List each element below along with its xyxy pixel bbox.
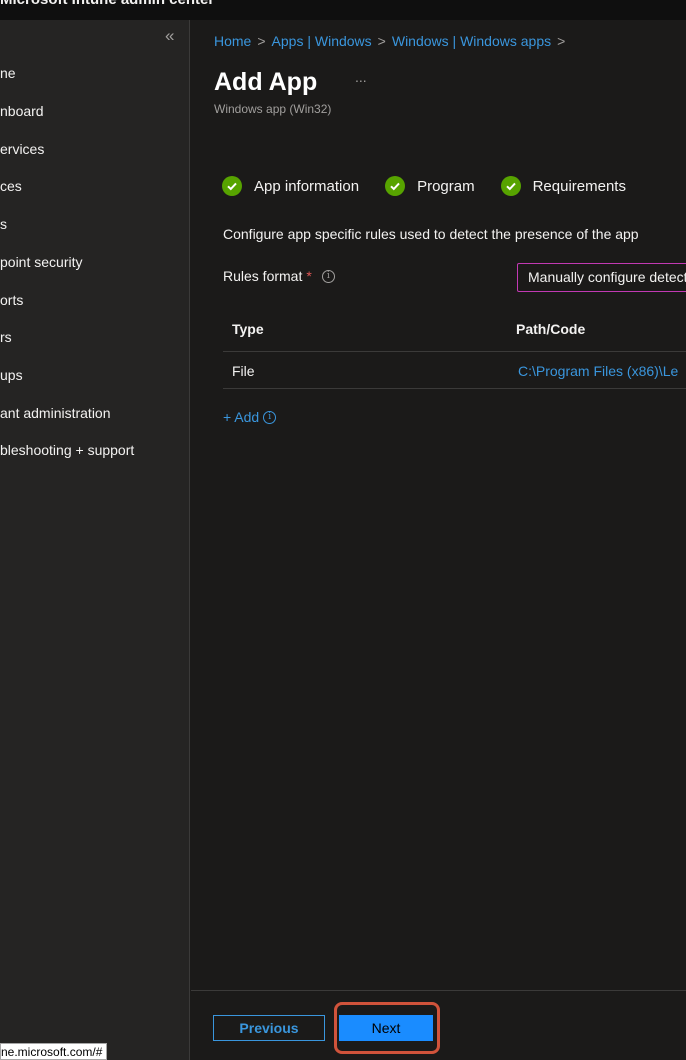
sidebar-item-reports[interactable]: orts xyxy=(0,292,23,308)
step-label: App information xyxy=(254,177,360,195)
add-rule-label: + Add xyxy=(223,409,260,425)
rules-format-label: Rules format * i xyxy=(223,268,335,284)
checkmark-icon xyxy=(385,176,406,196)
required-asterisk: * xyxy=(306,268,312,284)
status-bar-url: ne.microsoft.com/# xyxy=(0,1043,108,1060)
row-path-link[interactable]: C:\Program Files (x86)\Le xyxy=(518,363,678,379)
more-options-icon[interactable]: ... xyxy=(355,69,367,85)
sidebar: « ne nboard ervices ces s point security… xyxy=(0,20,190,1060)
rules-format-dropdown[interactable]: Manually configure detection rules xyxy=(517,263,686,292)
step-requirements[interactable]: Requirements xyxy=(500,176,626,196)
top-bar: Microsoft Intune admin center xyxy=(0,0,686,20)
main-content: Home > Apps | Windows > Windows | Windows ap… xyxy=(191,20,686,1060)
sidebar-item-groups[interactable]: ups xyxy=(0,367,23,383)
sidebar-item-apps[interactable]: s xyxy=(0,216,7,232)
step-app-information[interactable]: App information xyxy=(222,176,359,196)
add-rule-link[interactable]: + Add i xyxy=(223,409,277,425)
page-title: Add App xyxy=(214,68,318,96)
detection-rules-description: Configure app specific rules used to det… xyxy=(223,226,639,242)
rules-format-text: Rules format xyxy=(223,268,303,284)
step-label: Program xyxy=(417,177,475,195)
column-header-path-code: Path/Code xyxy=(516,321,586,337)
sidebar-item-troubleshooting[interactable]: bleshooting + support xyxy=(0,442,134,458)
checkmark-icon xyxy=(500,176,521,196)
step-program[interactable]: Program xyxy=(385,176,475,196)
sidebar-item-home[interactable]: ne xyxy=(0,65,16,81)
breadcrumb-apps-windows[interactable]: Apps | Windows xyxy=(272,33,372,49)
collapse-sidebar-icon[interactable]: « xyxy=(165,26,174,46)
sidebar-item-users[interactable]: rs xyxy=(0,329,12,345)
step-label: Requirements xyxy=(532,177,626,195)
sidebar-item-dashboard[interactable]: nboard xyxy=(0,103,44,119)
breadcrumb-home[interactable]: Home xyxy=(214,33,251,49)
app-title: Microsoft Intune admin center xyxy=(0,0,214,8)
sidebar-item-all-services[interactable]: ervices xyxy=(0,141,44,157)
page-subtitle: Windows app (Win32) xyxy=(214,102,332,116)
breadcrumb-separator: > xyxy=(257,33,266,49)
breadcrumb-separator: > xyxy=(557,33,566,49)
info-icon[interactable]: i xyxy=(263,410,277,424)
breadcrumb-windows-apps[interactable]: Windows | Windows apps xyxy=(392,33,551,49)
header-divider xyxy=(223,351,686,352)
footer-divider xyxy=(191,990,686,991)
sidebar-item-devices[interactable]: ces xyxy=(0,178,22,194)
sidebar-item-tenant-administration[interactable]: ant administration xyxy=(0,405,111,421)
column-header-type: Type xyxy=(232,321,264,337)
breadcrumb-separator: > xyxy=(377,33,386,49)
next-button[interactable]: Next xyxy=(339,1015,433,1041)
breadcrumb: Home > Apps | Windows > Windows | Windows ap… xyxy=(214,33,571,49)
row-divider xyxy=(223,388,686,389)
sidebar-item-endpoint-security[interactable]: point security xyxy=(0,254,82,270)
info-icon[interactable]: i xyxy=(321,269,335,283)
checkmark-icon xyxy=(222,176,242,196)
previous-button[interactable]: Previous xyxy=(213,1015,325,1041)
wizard-steps: App information Program Requirements xyxy=(222,175,652,197)
row-type-cell: File xyxy=(232,363,255,379)
